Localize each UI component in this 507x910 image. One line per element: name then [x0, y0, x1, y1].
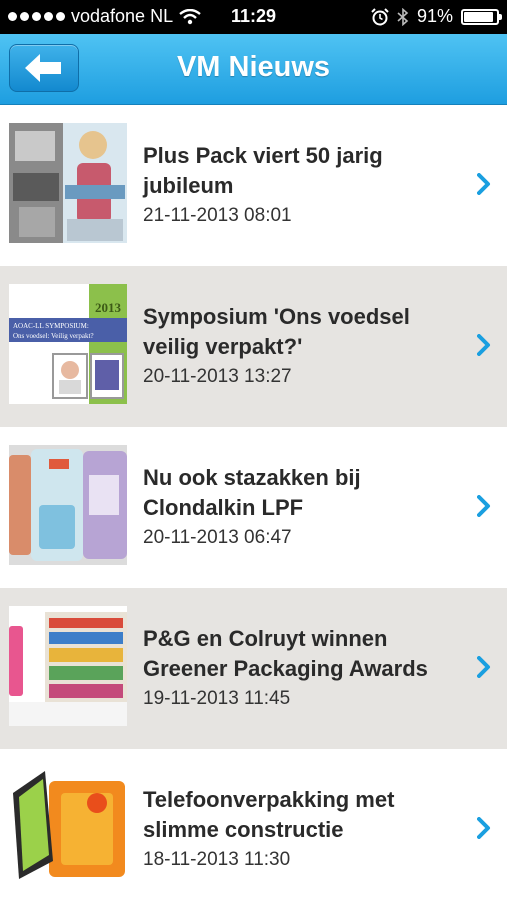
article-thumbnail: 2013 AOAC-LL SYMPOSIUM: Ons voedsel: Vei… [9, 284, 127, 404]
navigation-bar: VM Nieuws [0, 34, 507, 105]
article-thumbnail [9, 606, 127, 726]
symposium-caption-2: Ons voedsel: Veilig verpakt? [13, 332, 94, 340]
status-bar: vodafone NL 11:29 91% [0, 0, 507, 34]
article-date: 18-11-2013 11:30 [143, 849, 291, 870]
article-title: Nu ook stazakken bij Clondalkin LPF [143, 465, 361, 520]
battery-percent: 91% [416, 6, 453, 26]
article-date: 21-11-2013 08:01 [143, 205, 292, 226]
news-list: Plus Pack viert 50 jarig jubileum 21-11-… [0, 105, 507, 910]
chevron-right-icon [477, 173, 490, 195]
chevron-right-icon [477, 817, 490, 839]
news-list-item[interactable]: P&G en Colruyt winnen Greener Packaging … [0, 588, 507, 749]
alarm-icon [371, 7, 389, 25]
battery-fill [464, 11, 493, 22]
article-title: P&G en Colruyt winnen Greener Packaging … [143, 626, 428, 681]
chevron-right-icon [477, 334, 490, 356]
symposium-badge: 2013 [95, 300, 122, 315]
news-list-item[interactable]: Telefoonverpakking met slimme constructi… [0, 749, 507, 910]
news-list-item[interactable]: 2013 AOAC-LL SYMPOSIUM: Ons voedsel: Vei… [0, 266, 507, 427]
bluetooth-icon [397, 7, 409, 26]
article-date: 20-11-2013 06:47 [143, 527, 292, 548]
symposium-caption-1: AOAC-LL SYMPOSIUM: [13, 322, 89, 330]
article-thumbnail [9, 767, 127, 887]
article-thumbnail [9, 445, 127, 565]
article-date: 20-11-2013 13:27 [143, 366, 292, 387]
status-right: 91% [371, 6, 502, 27]
chevron-right-icon [477, 656, 490, 678]
battery-icon [461, 8, 502, 25]
article-thumbnail [9, 123, 127, 243]
page-title: VM Nieuws [176, 51, 331, 83]
news-list-item[interactable]: Plus Pack viert 50 jarig jubileum 21-11-… [0, 105, 507, 266]
chevron-right-icon [477, 495, 490, 517]
article-title: Telefoonverpakking met slimme constructi… [143, 787, 395, 842]
article-title: Symposium 'Ons voedsel veilig verpakt?' [143, 304, 410, 359]
article-date: 19-11-2013 11:45 [143, 688, 291, 709]
article-title: Plus Pack viert 50 jarig jubileum [143, 143, 383, 198]
news-list-item[interactable]: Nu ook stazakken bij Clondalkin LPF 20-1… [0, 427, 507, 588]
